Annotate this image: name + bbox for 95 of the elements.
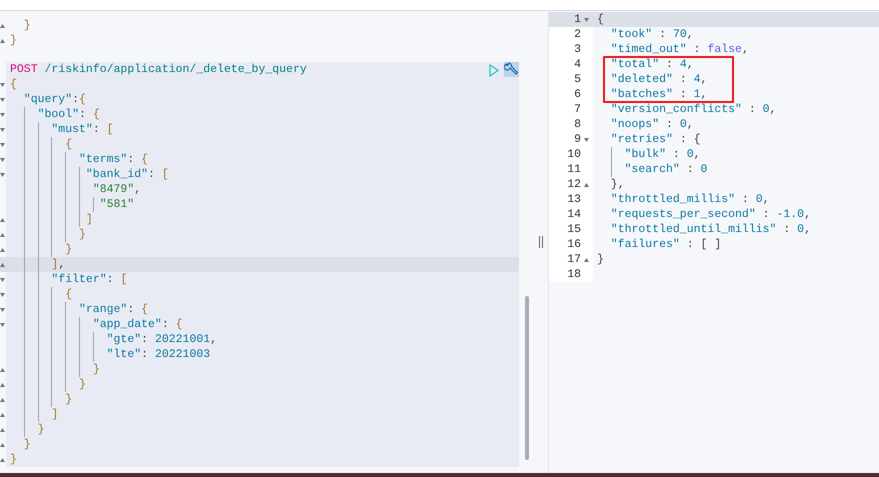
code-line: { xyxy=(10,77,17,92)
line-number: 18 xyxy=(567,267,581,282)
fold-icon[interactable] xyxy=(0,292,5,296)
code-line: } xyxy=(38,422,44,437)
response-line: "batches" : 1, xyxy=(610,87,708,102)
code-line: } xyxy=(65,392,72,407)
unfold-icon[interactable] xyxy=(584,182,588,186)
unfold-icon[interactable] xyxy=(0,232,5,236)
code-line: "app_date": { xyxy=(92,317,183,332)
response-line: "version_conflicts" : 0, xyxy=(610,102,776,117)
response-line: { xyxy=(597,12,604,27)
unfold-icon[interactable] xyxy=(584,258,588,262)
line-number: 2 xyxy=(574,27,581,42)
code-line: } xyxy=(24,437,31,452)
response-line: }, xyxy=(610,177,625,192)
code-line: "filter": [ xyxy=(51,272,128,287)
code-line: { xyxy=(65,137,72,152)
code-line: "bool": { xyxy=(38,107,100,122)
unfold-icon[interactable] xyxy=(0,248,5,252)
code-line: } xyxy=(92,362,100,377)
fold-icon[interactable] xyxy=(0,142,5,146)
fold-icon[interactable] xyxy=(0,158,5,162)
code-line: } xyxy=(79,227,86,242)
fold-icon[interactable] xyxy=(0,112,5,116)
fold-icon[interactable] xyxy=(584,18,588,22)
fold-icon[interactable] xyxy=(0,82,5,86)
response-line: "search" : 0 xyxy=(624,162,708,177)
fold-icon[interactable] xyxy=(584,138,588,142)
line-number: 16 xyxy=(567,237,581,252)
response-line: "failures" : [ ] xyxy=(610,237,722,252)
code-line: { xyxy=(65,287,72,302)
unfold-icon[interactable] xyxy=(0,382,5,386)
line-number: 15 xyxy=(567,222,581,237)
code-line: "bank_id": [ xyxy=(86,167,169,182)
response-line: "noops" : 0, xyxy=(610,117,694,132)
response-line: "took" : 70, xyxy=(610,27,694,42)
code-line: } xyxy=(65,242,72,257)
code-line: "terms": { xyxy=(79,152,148,167)
code-line: ], xyxy=(51,257,66,272)
code-line: "581" xyxy=(100,197,134,212)
response-line: "requests_per_second" : -1.0, xyxy=(610,207,811,222)
code-line: "gte": 20221001, xyxy=(106,332,218,347)
fold-icon[interactable] xyxy=(0,128,5,132)
code-line: "8479", xyxy=(92,182,142,197)
unfold-icon[interactable] xyxy=(0,398,5,402)
response-line: "retries" : { xyxy=(610,132,701,147)
response-line: } xyxy=(597,252,604,267)
line-number: 10 xyxy=(567,147,581,162)
code-line: "query":{ xyxy=(24,92,86,107)
unfold-icon[interactable] xyxy=(0,38,5,42)
line-number: 17 xyxy=(567,252,581,267)
line-number: 13 xyxy=(567,192,581,207)
code-line: } xyxy=(24,18,31,33)
code-line: POST /riskinfo/application/_delete_by_query xyxy=(10,62,307,77)
unfold-icon[interactable] xyxy=(0,458,5,462)
response-line: "timed_out" : false, xyxy=(610,42,749,57)
line-number: 1 xyxy=(574,12,581,27)
line-number: 4 xyxy=(574,57,581,72)
unfold-icon[interactable] xyxy=(0,428,5,432)
fold-icon[interactable] xyxy=(0,172,5,176)
code-line: ] xyxy=(51,407,58,422)
fold-icon[interactable] xyxy=(0,322,5,326)
line-number: 11 xyxy=(567,162,581,177)
unfold-icon[interactable] xyxy=(0,442,5,446)
unfold-icon[interactable] xyxy=(0,218,5,222)
line-number: 6 xyxy=(574,87,581,102)
scrollbar[interactable] xyxy=(525,296,529,460)
line-number: 14 xyxy=(567,207,581,222)
response-line: "deleted" : 4, xyxy=(610,72,708,87)
response-line: "total" : 4, xyxy=(610,57,694,72)
fold-icon[interactable] xyxy=(0,278,5,282)
line-number: 12 xyxy=(567,177,581,192)
line-number: 5 xyxy=(574,72,581,87)
resize-handle-icon[interactable] xyxy=(539,236,544,248)
response-line: "throttled_until_millis" : 0, xyxy=(610,222,811,237)
line-number: 3 xyxy=(574,42,581,57)
line-number: 7 xyxy=(574,102,581,117)
code-line: } xyxy=(79,377,86,392)
code-line: "lte": 20221003 xyxy=(106,347,210,362)
wrench-icon[interactable] xyxy=(504,62,519,77)
unfold-icon[interactable] xyxy=(0,24,5,28)
code-line: "range": { xyxy=(79,302,148,317)
response-line: "throttled_millis" : 0, xyxy=(610,192,770,207)
code-line: ] xyxy=(86,212,93,227)
unfold-icon[interactable] xyxy=(0,368,5,372)
code-line: } xyxy=(10,452,17,467)
response-line: "bulk" : 0, xyxy=(624,147,701,162)
fold-icon[interactable] xyxy=(0,98,5,102)
unfold-icon[interactable] xyxy=(0,262,5,266)
unfold-icon[interactable] xyxy=(0,412,5,416)
line-number: 8 xyxy=(574,117,581,132)
code-line: "must": [ xyxy=(51,122,114,137)
fold-icon[interactable] xyxy=(0,308,5,312)
line-number: 9 xyxy=(574,132,581,147)
code-line: } xyxy=(10,33,17,48)
